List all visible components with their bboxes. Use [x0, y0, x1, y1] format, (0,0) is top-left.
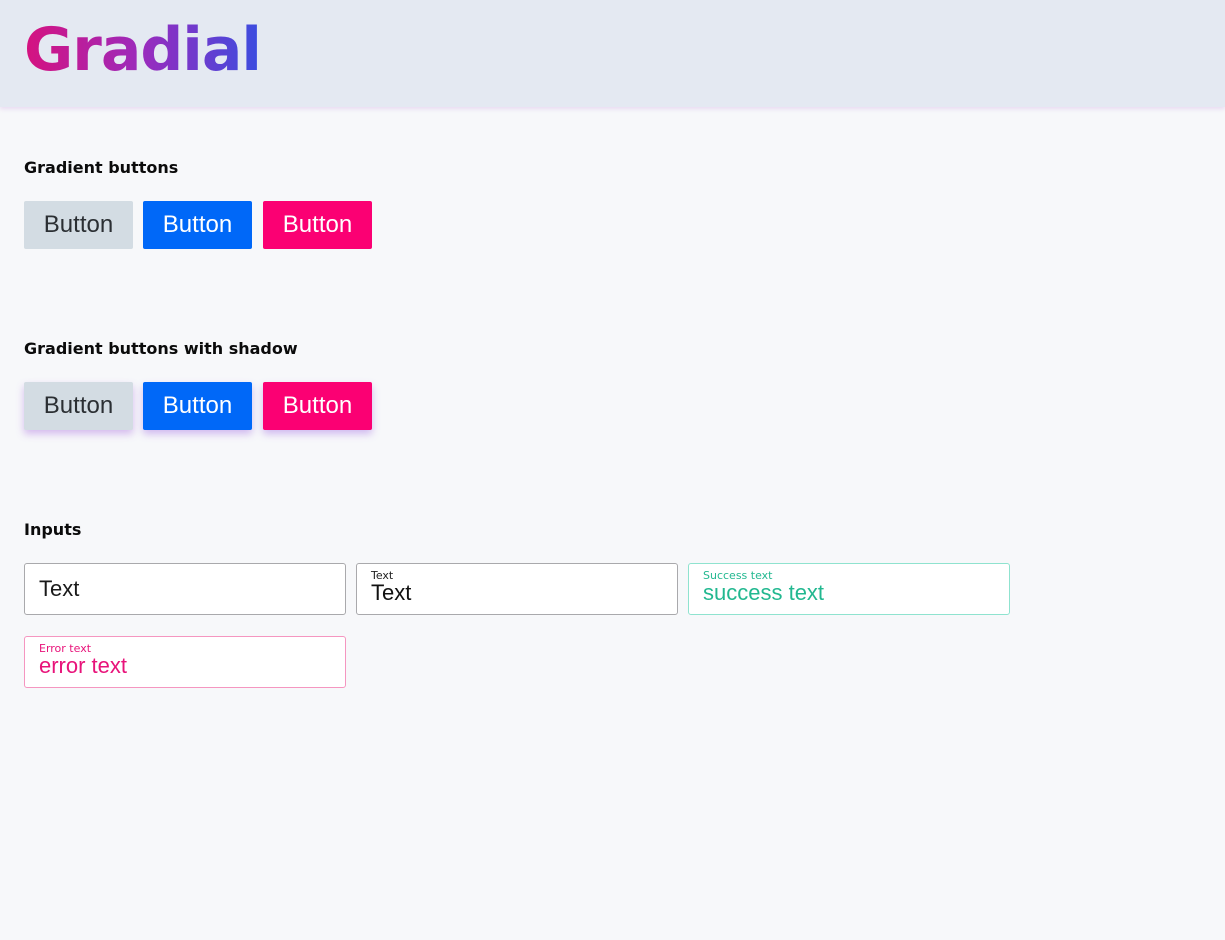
plain-text-field: [24, 563, 346, 615]
labeled-text-input[interactable]: [371, 580, 667, 606]
error-text-field: Error text: [24, 636, 346, 688]
section-title-gradient-buttons-shadow: Gradient buttons with shadow: [24, 339, 298, 358]
shadow-default-button[interactable]: Button: [24, 382, 133, 430]
header-bar: Gradial: [0, 0, 1225, 107]
labeled-text-field: Text: [356, 563, 678, 615]
section-title-inputs: Inputs: [24, 520, 82, 539]
error-text-input[interactable]: [39, 653, 335, 679]
shadow-primary-button[interactable]: Button: [143, 382, 252, 430]
gradient-danger-button[interactable]: Button: [263, 201, 372, 249]
shadow-danger-button[interactable]: Button: [263, 382, 372, 430]
gradient-primary-button[interactable]: Button: [143, 201, 252, 249]
success-text-field: Success text: [688, 563, 1010, 615]
section-title-gradient-buttons: Gradient buttons: [24, 158, 179, 177]
plain-text-input[interactable]: [39, 576, 335, 602]
gradient-default-button[interactable]: Button: [24, 201, 133, 249]
app-logo[interactable]: Gradial: [24, 14, 262, 86]
success-text-input[interactable]: [703, 580, 999, 606]
